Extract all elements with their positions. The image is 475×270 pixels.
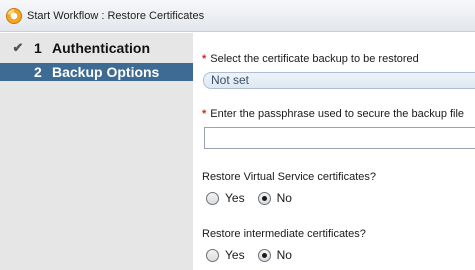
radio-label-no: No xyxy=(276,191,292,205)
restore-intermediate-no-radio[interactable] xyxy=(257,248,271,262)
restore-vs-options: Yes No xyxy=(206,191,292,205)
required-marker: * xyxy=(202,53,207,65)
step-label: Authentication xyxy=(52,40,150,56)
workflow-icon xyxy=(6,7,22,24)
passphrase-input[interactable] xyxy=(204,127,475,149)
wizard-steps: ✔ 1 Authentication 2 Backup Options xyxy=(0,33,193,270)
step-authentication[interactable]: ✔ 1 Authentication xyxy=(0,39,193,57)
step-number: 2 xyxy=(34,64,42,80)
passphrase-label: * Enter the passphrase used to secure the… xyxy=(202,108,465,120)
backup-select[interactable]: Not set xyxy=(203,72,475,89)
window-title: Start Workflow : Restore Certificates xyxy=(27,9,205,22)
restore-intermediate-yes-radio[interactable] xyxy=(206,248,219,262)
required-marker: * xyxy=(202,108,207,120)
restore-vs-yes-radio[interactable] xyxy=(206,191,219,205)
title-bar: Start Workflow : Restore Certificates xyxy=(0,0,475,32)
restore-intermediate-label: Restore intermediate certificates? xyxy=(202,228,366,240)
step-number: 1 xyxy=(34,40,42,56)
restore-intermediate-options: Yes No xyxy=(206,248,292,262)
backup-select-label: * Select the certificate backup to be res… xyxy=(202,53,419,65)
radio-label-yes: Yes xyxy=(225,191,245,205)
restore-vs-no-radio[interactable] xyxy=(257,191,271,205)
step-label: Backup Options xyxy=(52,64,160,80)
radio-label-no: No xyxy=(276,248,292,262)
form-panel: * Select the certificate backup to be res… xyxy=(193,33,475,270)
step-backup-options[interactable]: 2 Backup Options xyxy=(0,63,193,81)
checkmark-icon: ✔ xyxy=(12,40,24,55)
radio-label-yes: Yes xyxy=(225,248,245,262)
restore-vs-label: Restore Virtual Service certificates? xyxy=(202,171,377,183)
